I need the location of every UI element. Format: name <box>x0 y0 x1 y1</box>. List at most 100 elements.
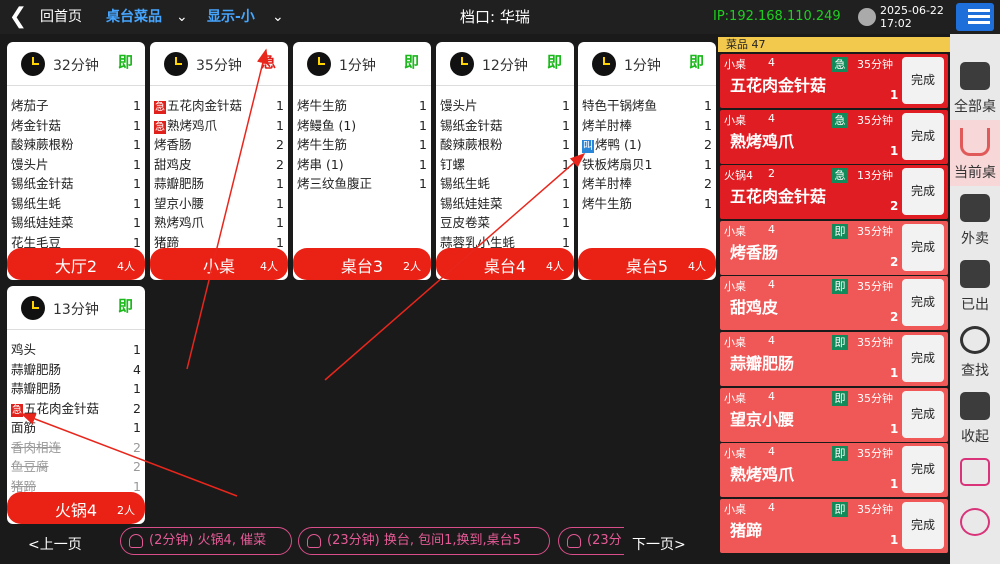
table-card[interactable]: 1分钟 即特色干锅烤鱼 1 烤羊肘棒 1 叫烤鸭 (1) 2 铁板烤扇贝1 1 烤羊肘棒 2 烤牛生筋… <box>578 42 716 280</box>
done-button[interactable]: 完成 <box>902 279 944 327</box>
dish-item[interactable]: 特色干锅烤鱼 1 <box>578 96 716 116</box>
table-footer[interactable]: 火锅4 2人 <box>7 492 145 524</box>
dish-item[interactable]: 锡纸金针菇 1 <box>7 174 145 194</box>
dish-item[interactable]: 烤鳗鱼 (1) 1 <box>293 116 431 136</box>
dish-item[interactable]: 酸辣蕨根粉 1 <box>436 135 574 155</box>
dish-item[interactable]: 豆皮卷菜 1 <box>436 213 574 233</box>
dish-item[interactable]: 烤茄子 1 <box>7 96 145 116</box>
order-item[interactable]: 小桌 4 即 35分钟 熟烤鸡爪 1 完成 <box>720 443 948 498</box>
dish-item[interactable]: 蒜瓣肥肠 1 <box>150 174 288 194</box>
dish-qty: 1 <box>419 98 427 113</box>
done-button[interactable]: 完成 <box>902 335 944 382</box>
table-footer[interactable]: 桌台4 4人 <box>436 248 574 280</box>
dish-item[interactable]: 烤牛生筋 1 <box>578 194 716 214</box>
sidebar-item-chat[interactable] <box>950 450 1000 500</box>
dish-item[interactable]: 望京小腰 1 <box>150 194 288 214</box>
dish-qty: 2 <box>276 156 284 172</box>
table-footer[interactable]: 桌台3 2人 <box>293 248 431 280</box>
done-button[interactable]: 完成 <box>902 501 944 549</box>
dish-item[interactable]: 锡纸娃娃菜 1 <box>436 194 574 214</box>
priority-tag: 即 <box>688 53 704 71</box>
table-footer[interactable]: 桌台5 4人 <box>578 248 716 280</box>
order-minutes: 35分钟 <box>857 224 893 238</box>
dish-item[interactable]: 甜鸡皮 2 <box>150 155 288 175</box>
dish-qty: 1 <box>562 137 570 152</box>
table-card[interactable]: 1分钟 即烤牛生筋 1 烤鳗鱼 (1) 1 烤牛生筋 1 烤串 (1) 1 烤三纹鱼腹正 1 桌台3 2… <box>293 42 431 280</box>
sidebar-item-all-tables[interactable]: 全部桌 <box>950 54 1000 120</box>
dish-item[interactable]: 烤羊肘棒 1 <box>578 116 716 136</box>
dish-item[interactable]: 馒头片 1 <box>436 96 574 116</box>
done-button[interactable]: 完成 <box>902 112 944 160</box>
order-item[interactable]: 小桌 4 急 35分钟 五花肉金针菇 1 完成 <box>720 54 948 108</box>
sidebar-item-collapse[interactable]: 收起 <box>950 384 1000 450</box>
menu-icon[interactable] <box>956 3 994 31</box>
sidebar-item-takeout[interactable]: 外卖 <box>950 186 1000 252</box>
sidebar-item-voice[interactable] <box>950 500 1000 550</box>
dish-item[interactable]: 锡纸金针菇 1 <box>436 116 574 136</box>
dish-item[interactable]: 烤羊肘棒 2 <box>578 174 716 194</box>
dish-item[interactable]: 叫烤鸭 (1) 2 <box>578 135 716 155</box>
dish-item[interactable]: 蒜瓣肥肠 4 <box>7 360 145 380</box>
prev-page-button[interactable]: <上一页 <box>28 534 82 554</box>
dish-item[interactable]: 急熟烤鸡爪 1 <box>150 116 288 136</box>
dish-qty: 1 <box>133 420 141 435</box>
dish-item[interactable]: 锡纸娃娃菜 1 <box>7 213 145 233</box>
dish-item[interactable]: 烤牛生筋 1 <box>293 135 431 155</box>
table-card[interactable]: 32分钟即烤茄子 1 烤金针菇 1 酸辣蕨根粉 1 馒头片 1 锡纸金针菇 1 锡纸生蚝 1 锡纸娃娃菜… <box>7 42 145 280</box>
dish-item[interactable]: 急五花肉金针菇 1 <box>150 96 288 116</box>
dish-item[interactable]: 馒头片 1 <box>7 155 145 175</box>
done-button[interactable]: 完成 <box>902 168 944 216</box>
notification-message[interactable]: (2分钟) 火锅4, 催菜 <box>120 527 292 555</box>
sidebar-item-current-table[interactable]: 当前桌 <box>950 120 1000 186</box>
table-footer[interactable]: 小桌 4人 <box>150 248 288 280</box>
dish-item[interactable]: 锡纸生蚝 1 <box>436 174 574 194</box>
dish-item[interactable]: 烤牛生筋 1 <box>293 96 431 116</box>
dish-item[interactable]: 烤金针菇 1 <box>7 116 145 136</box>
back-button[interactable]: ❮ <box>4 0 32 34</box>
dish-item[interactable]: 烤三纹鱼腹正 1 <box>293 174 431 194</box>
dish-item[interactable]: 香肉相连 2 <box>7 438 145 458</box>
next-page-button[interactable]: 下一页> <box>632 534 686 554</box>
table-card[interactable]: 35分钟急急五花肉金针菇 1 急熟烤鸡爪 1 烤香肠 2 甜鸡皮 2 蒜瓣肥肠 1 望京小腰 1 熟烤鸡… <box>150 42 288 280</box>
chevron-down-icon[interactable]: ⌄ <box>176 0 188 34</box>
sidebar-item-served[interactable]: 已出 <box>950 252 1000 318</box>
dish-item[interactable]: 鱼豆腐 2 <box>7 457 145 477</box>
display-size-dropdown[interactable]: 显示-小 <box>207 0 255 34</box>
table-card[interactable]: 13分钟即鸡头 1 蒜瓣肥肠 4 蒜瓣肥肠 1 急五花肉金针菇 2 面筋 1 香肉相连 2 鱼豆腐 2 猪蹄… <box>7 286 145 524</box>
order-item[interactable]: 小桌 4 即 35分钟 猪蹄 1 完成 <box>720 498 948 553</box>
done-button[interactable]: 完成 <box>902 57 944 104</box>
table-card[interactable]: 12分钟 即馒头片 1 锡纸金针菇 1 酸辣蕨根粉 1 钉螺 1 锡纸生蚝 1 锡纸娃娃菜 1 豆皮卷菜 1… <box>436 42 574 280</box>
dish-item[interactable]: 锡纸生蚝 1 <box>7 194 145 214</box>
order-item[interactable]: 小桌 4 即 35分钟 蒜瓣肥肠 1 完成 <box>720 332 948 386</box>
notification-message[interactable]: (23分钟) 换台, 包间1,换到,桌台5 <box>298 527 550 555</box>
order-item[interactable]: 小桌 4 即 35分钟 甜鸡皮 2 完成 <box>720 276 948 331</box>
dish-item[interactable]: 酸辣蕨根粉 1 <box>7 135 145 155</box>
category-dropdown[interactable]: 桌台菜品 <box>106 0 162 34</box>
order-item[interactable]: 小桌 4 即 35分钟 烤香肠 2 完成 <box>720 220 948 275</box>
order-minutes: 35分钟 <box>857 391 893 405</box>
done-button[interactable]: 完成 <box>902 223 944 271</box>
dish-item[interactable]: 烤串 (1) 1 <box>293 155 431 175</box>
done-button[interactable]: 完成 <box>902 446 944 494</box>
dish-item[interactable]: 烤香肠 2 <box>150 135 288 155</box>
dish-item[interactable]: 铁板烤扇贝1 1 <box>578 155 716 175</box>
dish-item[interactable]: 蒜瓣肥肠 1 <box>7 379 145 399</box>
dish-item[interactable]: 熟烤鸡爪 1 <box>150 213 288 233</box>
order-item[interactable]: 小桌 4 即 35分钟 望京小腰 1 完成 <box>720 387 948 442</box>
dish-item[interactable]: 鸡头 1 <box>7 340 145 360</box>
done-button[interactable]: 完成 <box>902 390 944 438</box>
notification-message[interactable]: (23分 <box>558 527 624 555</box>
home-button[interactable]: 回首页 <box>40 0 82 34</box>
sidebar-item-search[interactable]: 查找 <box>950 318 1000 384</box>
dish-badge: 急 <box>154 120 166 134</box>
dish-item[interactable]: 钉螺 1 <box>436 155 574 175</box>
table-footer[interactable]: 大厅2 4人 <box>7 248 145 280</box>
dish-item[interactable]: 面筋 1 <box>7 418 145 438</box>
order-people: 4 <box>768 56 775 69</box>
order-item[interactable]: 火锅4 2 急 13分钟 五花肉金针菇 2 完成 <box>720 165 948 220</box>
chevron-down-icon[interactable]: ⌄ <box>272 0 284 34</box>
dish-item[interactable]: 急五花肉金针菇 2 <box>7 399 145 419</box>
order-type: 即 <box>832 446 848 462</box>
order-type: 即 <box>832 335 848 350</box>
order-item[interactable]: 小桌 4 急 35分钟 熟烤鸡爪 1 完成 <box>720 109 948 164</box>
